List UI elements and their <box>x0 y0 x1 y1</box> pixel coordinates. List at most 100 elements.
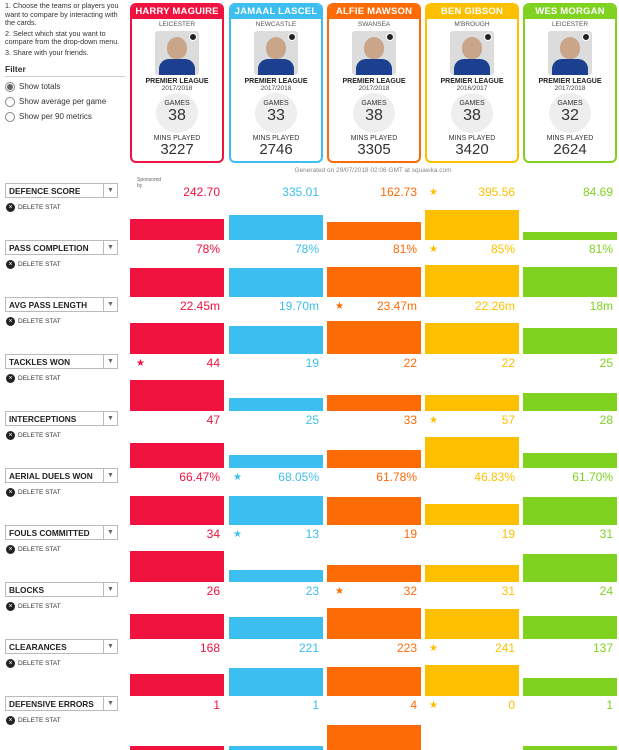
player-name[interactable]: BEN GIBSON <box>427 5 517 19</box>
delete-stat-label: DELETE STAT <box>18 660 61 667</box>
player-league: PREMIER LEAGUE <box>538 78 602 85</box>
close-icon[interactable]: × <box>6 716 15 725</box>
filter-option-totals[interactable]: Show totals <box>5 81 128 92</box>
stat-cell: ★ 57 <box>425 411 519 468</box>
stat-select[interactable]: PASS COMPLETION ▼ <box>5 240 118 255</box>
dropdown-arrow-icon[interactable]: ▼ <box>103 355 117 368</box>
stat-select[interactable]: CLEARANCES ▼ <box>5 639 118 654</box>
dropdown-arrow-icon[interactable]: ▼ <box>103 583 117 596</box>
player-photo[interactable] <box>548 31 592 75</box>
dropdown-arrow-icon[interactable]: ▼ <box>103 412 117 425</box>
stat-bar <box>130 496 224 525</box>
change-player-icon[interactable] <box>484 33 492 41</box>
close-icon[interactable]: × <box>6 260 15 269</box>
stat-select[interactable]: BLOCKS ▼ <box>5 582 118 597</box>
delete-stat-button[interactable]: × DELETE STAT <box>6 260 61 269</box>
radio-icon[interactable] <box>5 81 15 92</box>
delete-stat-button[interactable]: × DELETE STAT <box>6 374 61 383</box>
mins-value: 3305 <box>357 141 391 158</box>
close-icon[interactable]: × <box>6 317 15 326</box>
close-icon[interactable]: × <box>6 659 15 668</box>
star-icon: ★ <box>136 358 145 369</box>
player-photo[interactable] <box>352 31 396 75</box>
stat-bar <box>130 323 224 354</box>
filter-option-per90[interactable]: Show per 90 metrics <box>5 111 128 122</box>
stat-bar <box>327 267 421 297</box>
delete-stat-button[interactable]: × DELETE STAT <box>6 716 61 725</box>
stat-value: 57 <box>501 413 515 427</box>
close-icon[interactable]: × <box>6 488 15 497</box>
stat-select[interactable]: DEFENCE SCORE ▼ <box>5 183 118 198</box>
stat-row: TACKLES WON ▼ × DELETE STAT ★ 44 19 22 2… <box>0 354 619 411</box>
filter-option-average[interactable]: Show average per game <box>5 96 128 107</box>
radio-icon[interactable] <box>5 96 15 107</box>
stat-select[interactable]: AVG PASS LENGTH ▼ <box>5 297 118 312</box>
stat-select[interactable]: TACKLES WON ▼ <box>5 354 118 369</box>
delete-stat-button[interactable]: × DELETE STAT <box>6 488 61 497</box>
stat-select[interactable]: INTERCEPTIONS ▼ <box>5 411 118 426</box>
stat-value: 19 <box>403 527 417 541</box>
stat-value: 13 <box>305 527 319 541</box>
delete-stat-button[interactable]: × DELETE STAT <box>6 659 61 668</box>
player-card[interactable]: WES MORGAN LEICESTER PREMIER LEAGUE 2017… <box>523 3 617 163</box>
stat-cell: 66.47% <box>130 468 224 525</box>
stat-value: 19 <box>305 356 319 370</box>
dropdown-arrow-icon[interactable]: ▼ <box>103 298 117 311</box>
stat-value: 1 <box>213 698 220 712</box>
stat-select[interactable]: FOULS COMMITTED ▼ <box>5 525 118 540</box>
change-player-icon[interactable] <box>582 33 590 41</box>
stat-select[interactable]: DEFENSIVE ERRORS ▼ <box>5 696 118 711</box>
delete-stat-button[interactable]: × DELETE STAT <box>6 431 61 440</box>
stat-bar <box>327 497 421 525</box>
stat-cell: 22 <box>327 354 421 411</box>
close-icon[interactable]: × <box>6 545 15 554</box>
star-icon: ★ <box>429 700 438 711</box>
delete-stat-button[interactable]: × DELETE STAT <box>6 545 61 554</box>
close-icon[interactable]: × <box>6 602 15 611</box>
player-name[interactable]: WES MORGAN <box>525 5 615 19</box>
change-player-icon[interactable] <box>288 33 296 41</box>
delete-stat-button[interactable]: × DELETE STAT <box>6 203 61 212</box>
stat-select[interactable]: AERIAL DUELS WON ▼ <box>5 468 118 483</box>
player-club: SWANSEA <box>357 21 391 28</box>
stat-cell: ★ 395.56 <box>425 183 519 240</box>
change-player-icon[interactable] <box>386 33 394 41</box>
stat-bar <box>523 678 617 696</box>
close-icon[interactable]: × <box>6 203 15 212</box>
dropdown-arrow-icon[interactable]: ▼ <box>103 697 117 710</box>
player-photo[interactable] <box>450 31 494 75</box>
dropdown-arrow-icon[interactable]: ▼ <box>103 640 117 653</box>
player-card[interactable]: HARRY MAGUIRE LEICESTER PREMIER LEAGUE 2… <box>130 3 224 163</box>
stat-bar <box>130 614 224 639</box>
stat-value: 221 <box>298 641 319 655</box>
change-player-icon[interactable] <box>189 33 197 41</box>
player-name[interactable]: ALFIE MAWSON <box>329 5 419 19</box>
stat-value: 25 <box>599 356 613 370</box>
player-card[interactable]: BEN GIBSON M'BROUGH PREMIER LEAGUE 2016/… <box>425 3 519 163</box>
stat-bar <box>523 393 617 411</box>
stat-value: 31 <box>501 584 515 598</box>
player-photo[interactable] <box>155 31 199 75</box>
player-photo[interactable] <box>254 31 298 75</box>
stat-bar <box>327 321 421 354</box>
dropdown-arrow-icon[interactable]: ▼ <box>103 526 117 539</box>
star-icon: ★ <box>233 529 242 540</box>
delete-stat-button[interactable]: × DELETE STAT <box>6 602 61 611</box>
dropdown-arrow-icon[interactable]: ▼ <box>103 469 117 482</box>
player-card[interactable]: JAMAAL LASCEL NEWCASTLE PREMIER LEAGUE 2… <box>229 3 323 163</box>
stat-row: AVG PASS LENGTH ▼ × DELETE STAT 22.45m 1… <box>0 297 619 354</box>
dropdown-arrow-icon[interactable]: ▼ <box>103 184 117 197</box>
close-icon[interactable]: × <box>6 431 15 440</box>
radio-icon[interactable] <box>5 111 15 122</box>
stat-cell: 242.70 <box>130 183 224 240</box>
player-name[interactable]: JAMAAL LASCEL <box>231 5 321 19</box>
player-club: LEICESTER <box>551 21 589 28</box>
stat-bar <box>229 398 323 411</box>
stat-cell: 26 <box>130 582 224 639</box>
close-icon[interactable]: × <box>6 374 15 383</box>
stat-cell: 24 <box>523 582 617 639</box>
dropdown-arrow-icon[interactable]: ▼ <box>103 241 117 254</box>
player-card[interactable]: ALFIE MAWSON SWANSEA PREMIER LEAGUE 2017… <box>327 3 421 163</box>
delete-stat-button[interactable]: × DELETE STAT <box>6 317 61 326</box>
player-name[interactable]: HARRY MAGUIRE <box>132 5 222 19</box>
